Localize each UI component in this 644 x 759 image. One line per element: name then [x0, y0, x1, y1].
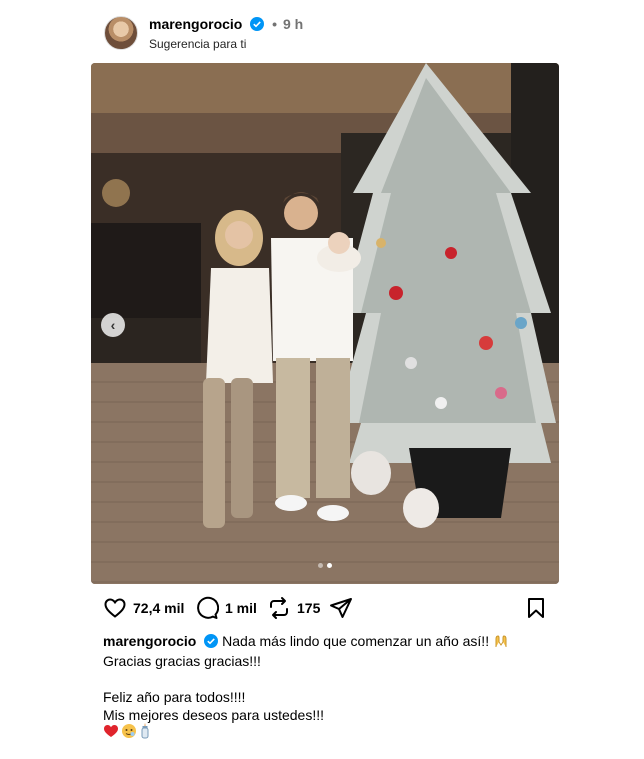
- send-icon: [329, 596, 353, 620]
- post-photo[interactable]: ‹: [91, 63, 559, 584]
- red-heart-emoji-icon: [103, 723, 119, 743]
- repost-button[interactable]: 175: [267, 596, 320, 620]
- carousel-dot: [318, 563, 323, 568]
- save-button[interactable]: [524, 596, 548, 620]
- photo-image: [91, 63, 559, 584]
- caption-text-3: Feliz año para todos!!!!: [103, 689, 246, 705]
- caption-emoji-row: [103, 723, 553, 743]
- post-caption: marengorocio Nada más lindo que comenzar…: [103, 632, 553, 742]
- share-button[interactable]: [329, 596, 353, 620]
- caption-text-4: Mis mejores deseos para ustedes!!!: [103, 707, 324, 723]
- comment-button[interactable]: 1 mil: [195, 596, 257, 620]
- post-username[interactable]: marengorocio: [149, 16, 242, 32]
- carousel-dots: [318, 563, 332, 568]
- bookmark-icon: [524, 596, 548, 620]
- caption-text-1: Nada más lindo que comenzar un año así!!: [222, 633, 490, 649]
- repost-icon: [267, 596, 291, 620]
- heart-icon: [103, 596, 127, 620]
- verified-badge-icon: [250, 17, 265, 34]
- like-count[interactable]: 72,4 mil: [133, 600, 184, 616]
- comment-count[interactable]: 1 mil: [225, 600, 257, 616]
- post-username-row: marengorocio • 9 h: [149, 16, 303, 34]
- like-button[interactable]: 72,4 mil: [103, 596, 184, 620]
- post-subtitle: Sugerencia para ti: [149, 37, 247, 51]
- carousel-prev-button[interactable]: ‹: [101, 313, 125, 337]
- verified-badge-icon: [204, 634, 219, 652]
- repost-count[interactable]: 175: [297, 600, 320, 616]
- post-header: marengorocio • 9 h Sugerencia para ti: [104, 16, 564, 51]
- caption-text-2: Gracias gracias gracias!!!: [103, 653, 261, 669]
- face-emoji-icon: [121, 723, 137, 743]
- post-time[interactable]: 9 h: [283, 16, 303, 32]
- carousel-dot-active: [327, 563, 332, 568]
- separator-dot: •: [272, 16, 278, 32]
- caption-first-line: marengorocio Nada más lindo que comenzar…: [103, 632, 553, 652]
- avatar[interactable]: [104, 16, 138, 50]
- raised-hands-emoji-icon: [493, 633, 509, 649]
- post-actions: 72,4 mil 1 mil 175: [103, 596, 548, 622]
- chevron-left-icon: ‹: [110, 317, 116, 333]
- baby-bottle-emoji-icon: [139, 723, 151, 743]
- comment-bubble-icon: [195, 596, 219, 620]
- caption-username[interactable]: marengorocio: [103, 633, 196, 649]
